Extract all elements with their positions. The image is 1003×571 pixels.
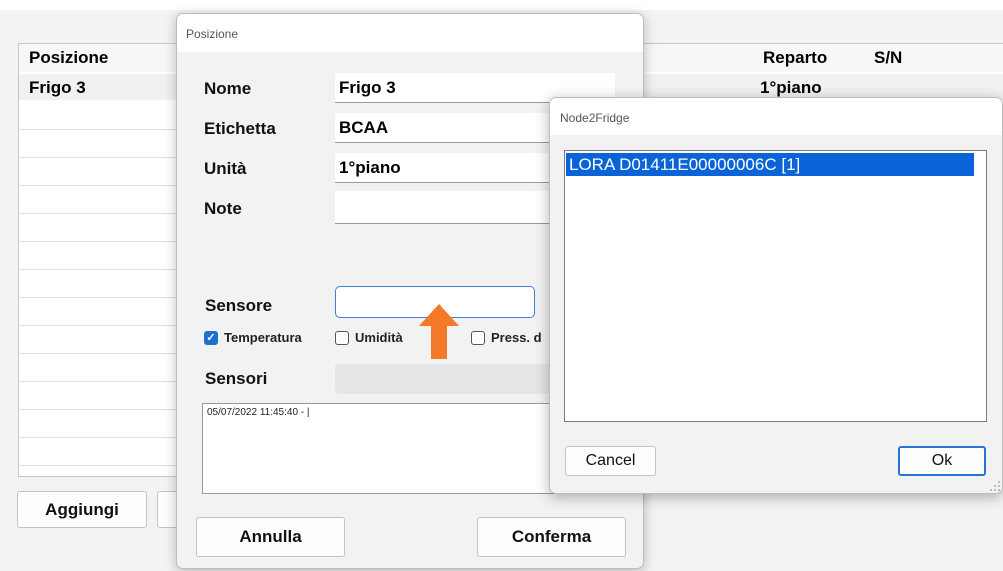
ok-button[interactable]: Ok (898, 446, 986, 476)
pressione-label: Press. d (491, 330, 542, 345)
grid-line (19, 157, 179, 158)
column-header-posizione[interactable]: Posizione (29, 48, 108, 68)
checkbox-unchecked-icon (335, 330, 349, 345)
umidita-label: Umidità (355, 330, 403, 345)
resize-grip-icon[interactable] (989, 480, 1001, 492)
grid-line (19, 241, 179, 242)
annulla-button[interactable]: Annulla (196, 517, 345, 557)
column-header-reparto[interactable]: Reparto (763, 48, 827, 68)
unita-label: Unità (204, 159, 247, 178)
grid-line (19, 437, 179, 438)
window-top-strip (0, 0, 1003, 10)
grid-line (19, 381, 179, 382)
add-button[interactable]: Aggiungi (17, 491, 147, 528)
dialog-title: Posizione (177, 14, 643, 52)
row-posizione-cell: Frigo 3 (29, 78, 86, 97)
grid-line (19, 213, 179, 214)
checkbox-checked-icon: ✓ (204, 330, 218, 345)
sensori-label: Sensori (205, 369, 268, 388)
cancel-button[interactable]: Cancel (565, 446, 656, 476)
umidita-checkbox[interactable]: Umidità (335, 330, 403, 345)
grid-line (19, 185, 179, 186)
grid-line (19, 409, 179, 410)
sensore-label: Sensore (205, 296, 273, 315)
grid-line (19, 297, 179, 298)
conferma-button[interactable]: Conferma (477, 517, 626, 557)
temperatura-label: Temperatura (224, 330, 302, 345)
grid-line (19, 465, 179, 466)
checkbox-unchecked-icon (471, 330, 485, 345)
pressione-checkbox[interactable]: Press. d (471, 330, 542, 345)
grid-line (19, 325, 179, 326)
grid-line (19, 269, 179, 270)
node2fridge-dialog: Node2Fridge LORA D01411E00000006C [1] Ca… (549, 97, 1003, 494)
row-reparto-cell: 1°piano (760, 78, 822, 97)
nome-label: Nome (204, 79, 252, 98)
list-item[interactable]: LORA D01411E00000006C [1] (566, 153, 974, 176)
etichetta-label: Etichetta (204, 119, 276, 138)
note-label: Note (204, 199, 242, 218)
up-arrow-icon (419, 304, 459, 359)
temperatura-checkbox[interactable]: ✓ Temperatura (204, 330, 302, 345)
column-header-sn[interactable]: S/N (874, 48, 902, 68)
dialog-title: Node2Fridge (550, 98, 1002, 135)
grid-line (19, 129, 179, 130)
grid-line (19, 353, 179, 354)
node-listbox[interactable]: LORA D01411E00000006C [1] (564, 150, 987, 422)
